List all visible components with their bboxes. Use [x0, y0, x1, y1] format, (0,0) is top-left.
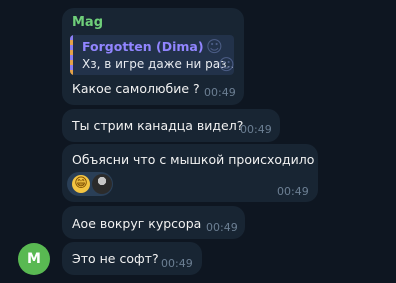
- reply-pattern-icon: ☺: [206, 37, 223, 56]
- reply-pattern-icon: ☺: [218, 55, 234, 74]
- message-text: Ты стрим канадца видел?: [72, 118, 244, 133]
- sender-avatar[interactable]: M: [18, 243, 50, 275]
- reply-text: Хз, в игре даже ни раз...: [82, 57, 234, 71]
- message-time: 00:49: [161, 257, 193, 270]
- sender-name[interactable]: Mag: [72, 15, 103, 30]
- reactor-avatar: [92, 174, 112, 194]
- message-text: Аое вокруг курсора: [72, 216, 202, 231]
- message-text: Объясни что с мышкой происходило: [72, 152, 315, 167]
- reply-preview[interactable]: Forgotten (Dima) Хз, в игре даже ни раз.…: [70, 35, 234, 75]
- reply-author: Forgotten (Dima): [82, 39, 204, 54]
- message-time: 00:49: [206, 221, 238, 234]
- reaction-chip[interactable]: 😁: [67, 172, 113, 196]
- message-time: 00:49: [204, 86, 236, 99]
- grimace-emoji-icon: 😁: [72, 175, 90, 193]
- message-text: Это не софт?: [72, 251, 159, 266]
- reply-accent-bar: [70, 35, 73, 75]
- message-text: Какое самолюбие ?: [72, 81, 200, 96]
- message-time: 00:49: [240, 123, 272, 136]
- message-time: 00:49: [277, 185, 309, 198]
